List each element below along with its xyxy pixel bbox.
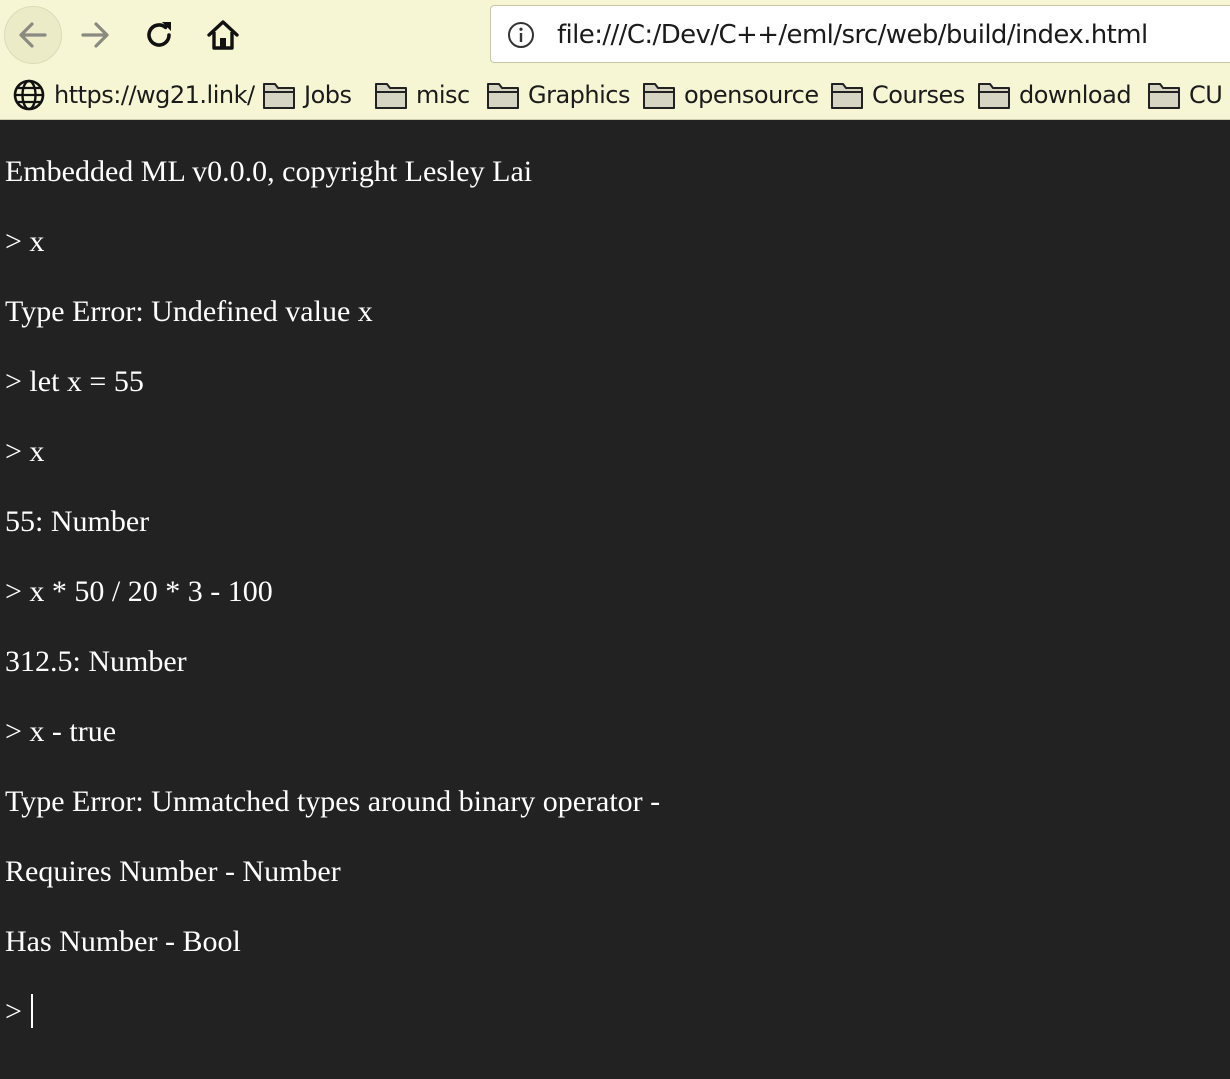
folder-icon [263,83,295,109]
bookmark-label: Graphics [528,81,630,109]
bookmark-label: https://wg21.link/ [54,81,255,109]
reload-button[interactable] [132,8,186,62]
console-output-line: 55: Number [5,505,150,538]
console-input-line: > let x = 55 [5,365,144,398]
folder-icon [487,83,519,109]
bookmark-label: Jobs [304,81,352,109]
bookmark-folder-graphics[interactable]: Graphics [486,76,630,114]
url-text[interactable]: file:///C:/Dev/C++/eml/src/web/build/ind… [557,20,1148,50]
text-caret [31,994,34,1028]
console-input-line: > x [5,435,45,468]
bookmark-wg21[interactable]: https://wg21.link/ [12,76,255,114]
bookmark-label: opensource [684,81,819,109]
arrow-right-icon [81,22,109,48]
globe-icon [13,79,45,111]
console-error-line: Requires Number - Number [5,855,341,888]
console-output-line: 312.5: Number [5,645,187,678]
console-error-line: Type Error: Undefined value x [5,295,373,328]
home-icon [207,20,239,50]
reload-icon [147,22,171,47]
bookmark-folder-jobs[interactable]: Jobs [262,76,352,114]
bookmark-label: Courses [872,81,965,109]
bookmark-label: misc [416,81,470,109]
bookmark-folder-cu[interactable]: CU [1147,76,1223,114]
bookmarks-bar: https://wg21.link/ Jobs misc Graphics op… [0,76,1230,116]
prompt-symbol: > [5,995,30,1028]
folder-icon [643,83,675,109]
bookmark-folder-download[interactable]: download [977,76,1132,114]
bookmark-label: CU [1189,81,1223,109]
arrow-left-icon [19,22,47,48]
console-prompt-input[interactable]: > [5,994,34,1030]
console-input-line: > x - true [5,715,117,748]
bookmark-folder-opensource[interactable]: opensource [642,76,819,114]
console-input-line: > x [5,225,45,258]
console-error-line: Type Error: Unmatched types around binar… [5,785,661,818]
bookmark-folder-courses[interactable]: Courses [830,76,965,114]
forward-button[interactable] [68,8,122,62]
console-error-line: Has Number - Bool [5,925,241,958]
console-banner: Embedded ML v0.0.0, copyright Lesley Lai [5,155,533,188]
home-button[interactable] [196,8,250,62]
browser-toolbar: file:///C:/Dev/C++/eml/src/web/build/ind… [0,0,1230,120]
info-icon[interactable] [507,21,535,49]
folder-icon [1148,83,1180,109]
folder-icon [978,83,1010,109]
folder-icon [375,83,407,109]
bookmark-folder-misc[interactable]: misc [374,76,470,114]
folder-icon [831,83,863,109]
bookmark-label: download [1019,81,1132,109]
console-input-line: > x * 50 / 20 * 3 - 100 [5,575,273,608]
back-button[interactable] [4,6,62,64]
address-bar[interactable]: file:///C:/Dev/C++/eml/src/web/build/ind… [490,5,1230,63]
